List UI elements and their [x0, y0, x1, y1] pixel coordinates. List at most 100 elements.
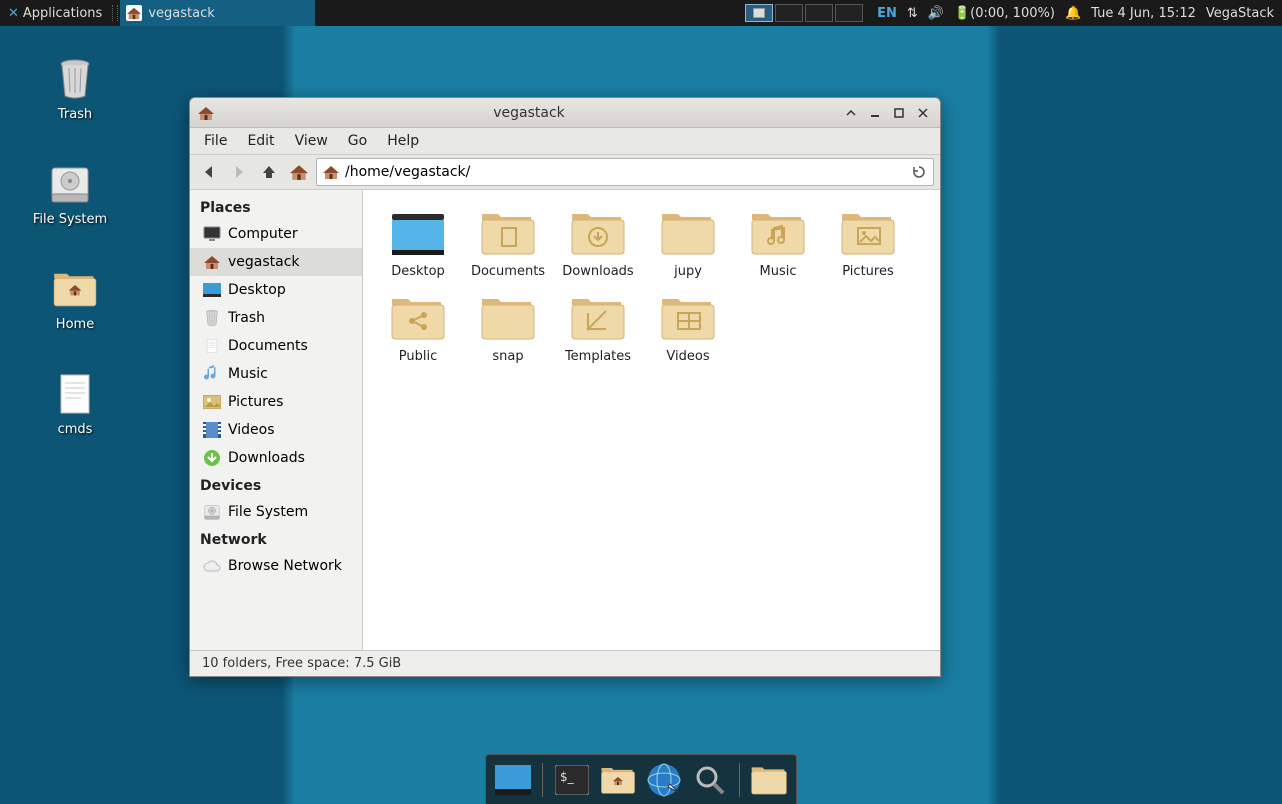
sidebar-item-pictures[interactable]: Pictures: [190, 388, 362, 416]
menu-file[interactable]: File: [196, 131, 235, 151]
maximize-button[interactable]: [890, 104, 908, 122]
reload-button[interactable]: [911, 164, 927, 180]
network-icon[interactable]: ⇅: [907, 6, 918, 21]
desktop-icon-home[interactable]: Home: [30, 265, 120, 332]
folder-item-desktop[interactable]: Desktop: [373, 204, 463, 283]
document-icon: [202, 336, 222, 356]
workspace-3[interactable]: [805, 4, 833, 22]
folder-item-documents[interactable]: Documents: [463, 204, 553, 283]
sidebar-item-label: Videos: [228, 422, 275, 438]
dock-separator: [739, 763, 740, 797]
notification-icon[interactable]: 🔔: [1065, 6, 1081, 21]
folder-icon: [748, 208, 808, 258]
desktop-icon-cmds[interactable]: cmds: [30, 370, 120, 437]
top-panel: ✕ Applications vegastack EN ⇅ 🔊 🔋(0:00, …: [0, 0, 1282, 26]
menu-view[interactable]: View: [287, 131, 336, 151]
home-button[interactable]: [286, 159, 312, 185]
folder-item-public[interactable]: Public: [373, 289, 463, 368]
sidebar-item-label: Computer: [228, 226, 298, 242]
desktop-icon-label: cmds: [30, 422, 120, 437]
workspace-1[interactable]: [745, 4, 773, 22]
desktop-icon-label: Home: [30, 317, 120, 332]
folder-item-pictures[interactable]: Pictures: [823, 204, 913, 283]
sidebar-item-label: Music: [228, 366, 268, 382]
volume-icon[interactable]: 🔊: [928, 6, 944, 21]
folder-item-snap[interactable]: snap: [463, 289, 553, 368]
folder-icon: [568, 208, 628, 258]
workspace-switcher[interactable]: [745, 4, 863, 22]
dock-app-finder[interactable]: [689, 761, 731, 799]
window-menu-button[interactable]: [842, 104, 860, 122]
folder-icon: [838, 208, 898, 258]
location-bar: [316, 158, 934, 186]
menu-go[interactable]: Go: [340, 131, 375, 151]
desktop-icon-trash[interactable]: Trash: [30, 55, 120, 122]
dock-terminal[interactable]: $_: [551, 761, 593, 799]
sidebar-item-label: vegastack: [228, 254, 300, 270]
close-button[interactable]: [914, 104, 932, 122]
folder-item-jupy[interactable]: jupy: [643, 204, 733, 283]
menubar: File Edit View Go Help: [190, 128, 940, 154]
folder-item-templates[interactable]: Templates: [553, 289, 643, 368]
toolbar: [190, 154, 940, 190]
folder-label: Pictures: [823, 264, 913, 279]
status-bar: 10 folders, Free space: 7.5 GiB: [190, 650, 940, 676]
sidebar-item-label: Browse Network: [228, 558, 342, 574]
workspace-2[interactable]: [775, 4, 803, 22]
folder-icon: [478, 208, 538, 258]
dock-separator: [542, 763, 543, 797]
sidebar-item-filesystem[interactable]: File System: [190, 498, 362, 526]
window-titlebar[interactable]: vegastack: [190, 98, 940, 128]
battery-indicator[interactable]: 🔋(0:00, 100%): [954, 6, 1055, 21]
svg-text:$_: $_: [560, 770, 575, 784]
folder-item-videos[interactable]: Videos: [643, 289, 733, 368]
dock-show-desktop[interactable]: [492, 761, 534, 799]
clock[interactable]: Tue 4 Jun, 15:12: [1091, 6, 1196, 21]
up-button[interactable]: [256, 159, 282, 185]
user-menu[interactable]: VegaStack: [1206, 6, 1274, 21]
sidebar-item-trash[interactable]: Trash: [190, 304, 362, 332]
menu-help[interactable]: Help: [379, 131, 427, 151]
music-icon: [202, 364, 222, 384]
sidebar-item-label: Documents: [228, 338, 308, 354]
folder-label: jupy: [643, 264, 733, 279]
sidebar-item-vegastack[interactable]: vegastack: [190, 248, 362, 276]
folder-label: Templates: [553, 349, 643, 364]
videos-icon: [202, 420, 222, 440]
home-icon: [202, 252, 222, 272]
pictures-icon: [202, 392, 222, 412]
folder-icon: [388, 293, 448, 343]
sidebar-item-documents[interactable]: Documents: [190, 332, 362, 360]
sidebar-item-computer[interactable]: Computer: [190, 220, 362, 248]
sidebar-item-videos[interactable]: Videos: [190, 416, 362, 444]
forward-button[interactable]: [226, 159, 252, 185]
desktop-icon-label: Trash: [30, 107, 120, 122]
applications-menu-button[interactable]: ✕ Applications: [0, 0, 110, 26]
dock-file-manager[interactable]: [597, 761, 639, 799]
taskbar-item-vegastack[interactable]: vegastack: [120, 0, 315, 26]
path-input[interactable]: [345, 164, 905, 180]
sidebar-item-music[interactable]: Music: [190, 360, 362, 388]
dock-web-browser[interactable]: [643, 761, 685, 799]
sidebar-item-browse-network[interactable]: Browse Network: [190, 552, 362, 580]
folder-label: snap: [463, 349, 553, 364]
download-icon: [202, 448, 222, 468]
sidebar-item-downloads[interactable]: Downloads: [190, 444, 362, 472]
back-button[interactable]: [196, 159, 222, 185]
desktop-icon-filesystem[interactable]: File System: [25, 160, 115, 227]
keyboard-layout-indicator[interactable]: EN: [877, 6, 897, 21]
folder-item-music[interactable]: Music: [733, 204, 823, 283]
xfce-logo-icon: ✕: [8, 6, 19, 21]
menu-edit[interactable]: Edit: [239, 131, 282, 151]
minimize-button[interactable]: [866, 104, 884, 122]
workspace-4[interactable]: [835, 4, 863, 22]
sidebar-item-label: Desktop: [228, 282, 286, 298]
folder-item-downloads[interactable]: Downloads: [553, 204, 643, 283]
folder-label: Desktop: [373, 264, 463, 279]
content-area[interactable]: DesktopDocumentsDownloadsjupyMusicPictur…: [363, 190, 940, 650]
sidebar-item-desktop[interactable]: Desktop: [190, 276, 362, 304]
dock-folder[interactable]: [748, 761, 790, 799]
folder-icon: [568, 293, 628, 343]
sidebar-item-label: Downloads: [228, 450, 305, 466]
folder-icon: [478, 293, 538, 343]
